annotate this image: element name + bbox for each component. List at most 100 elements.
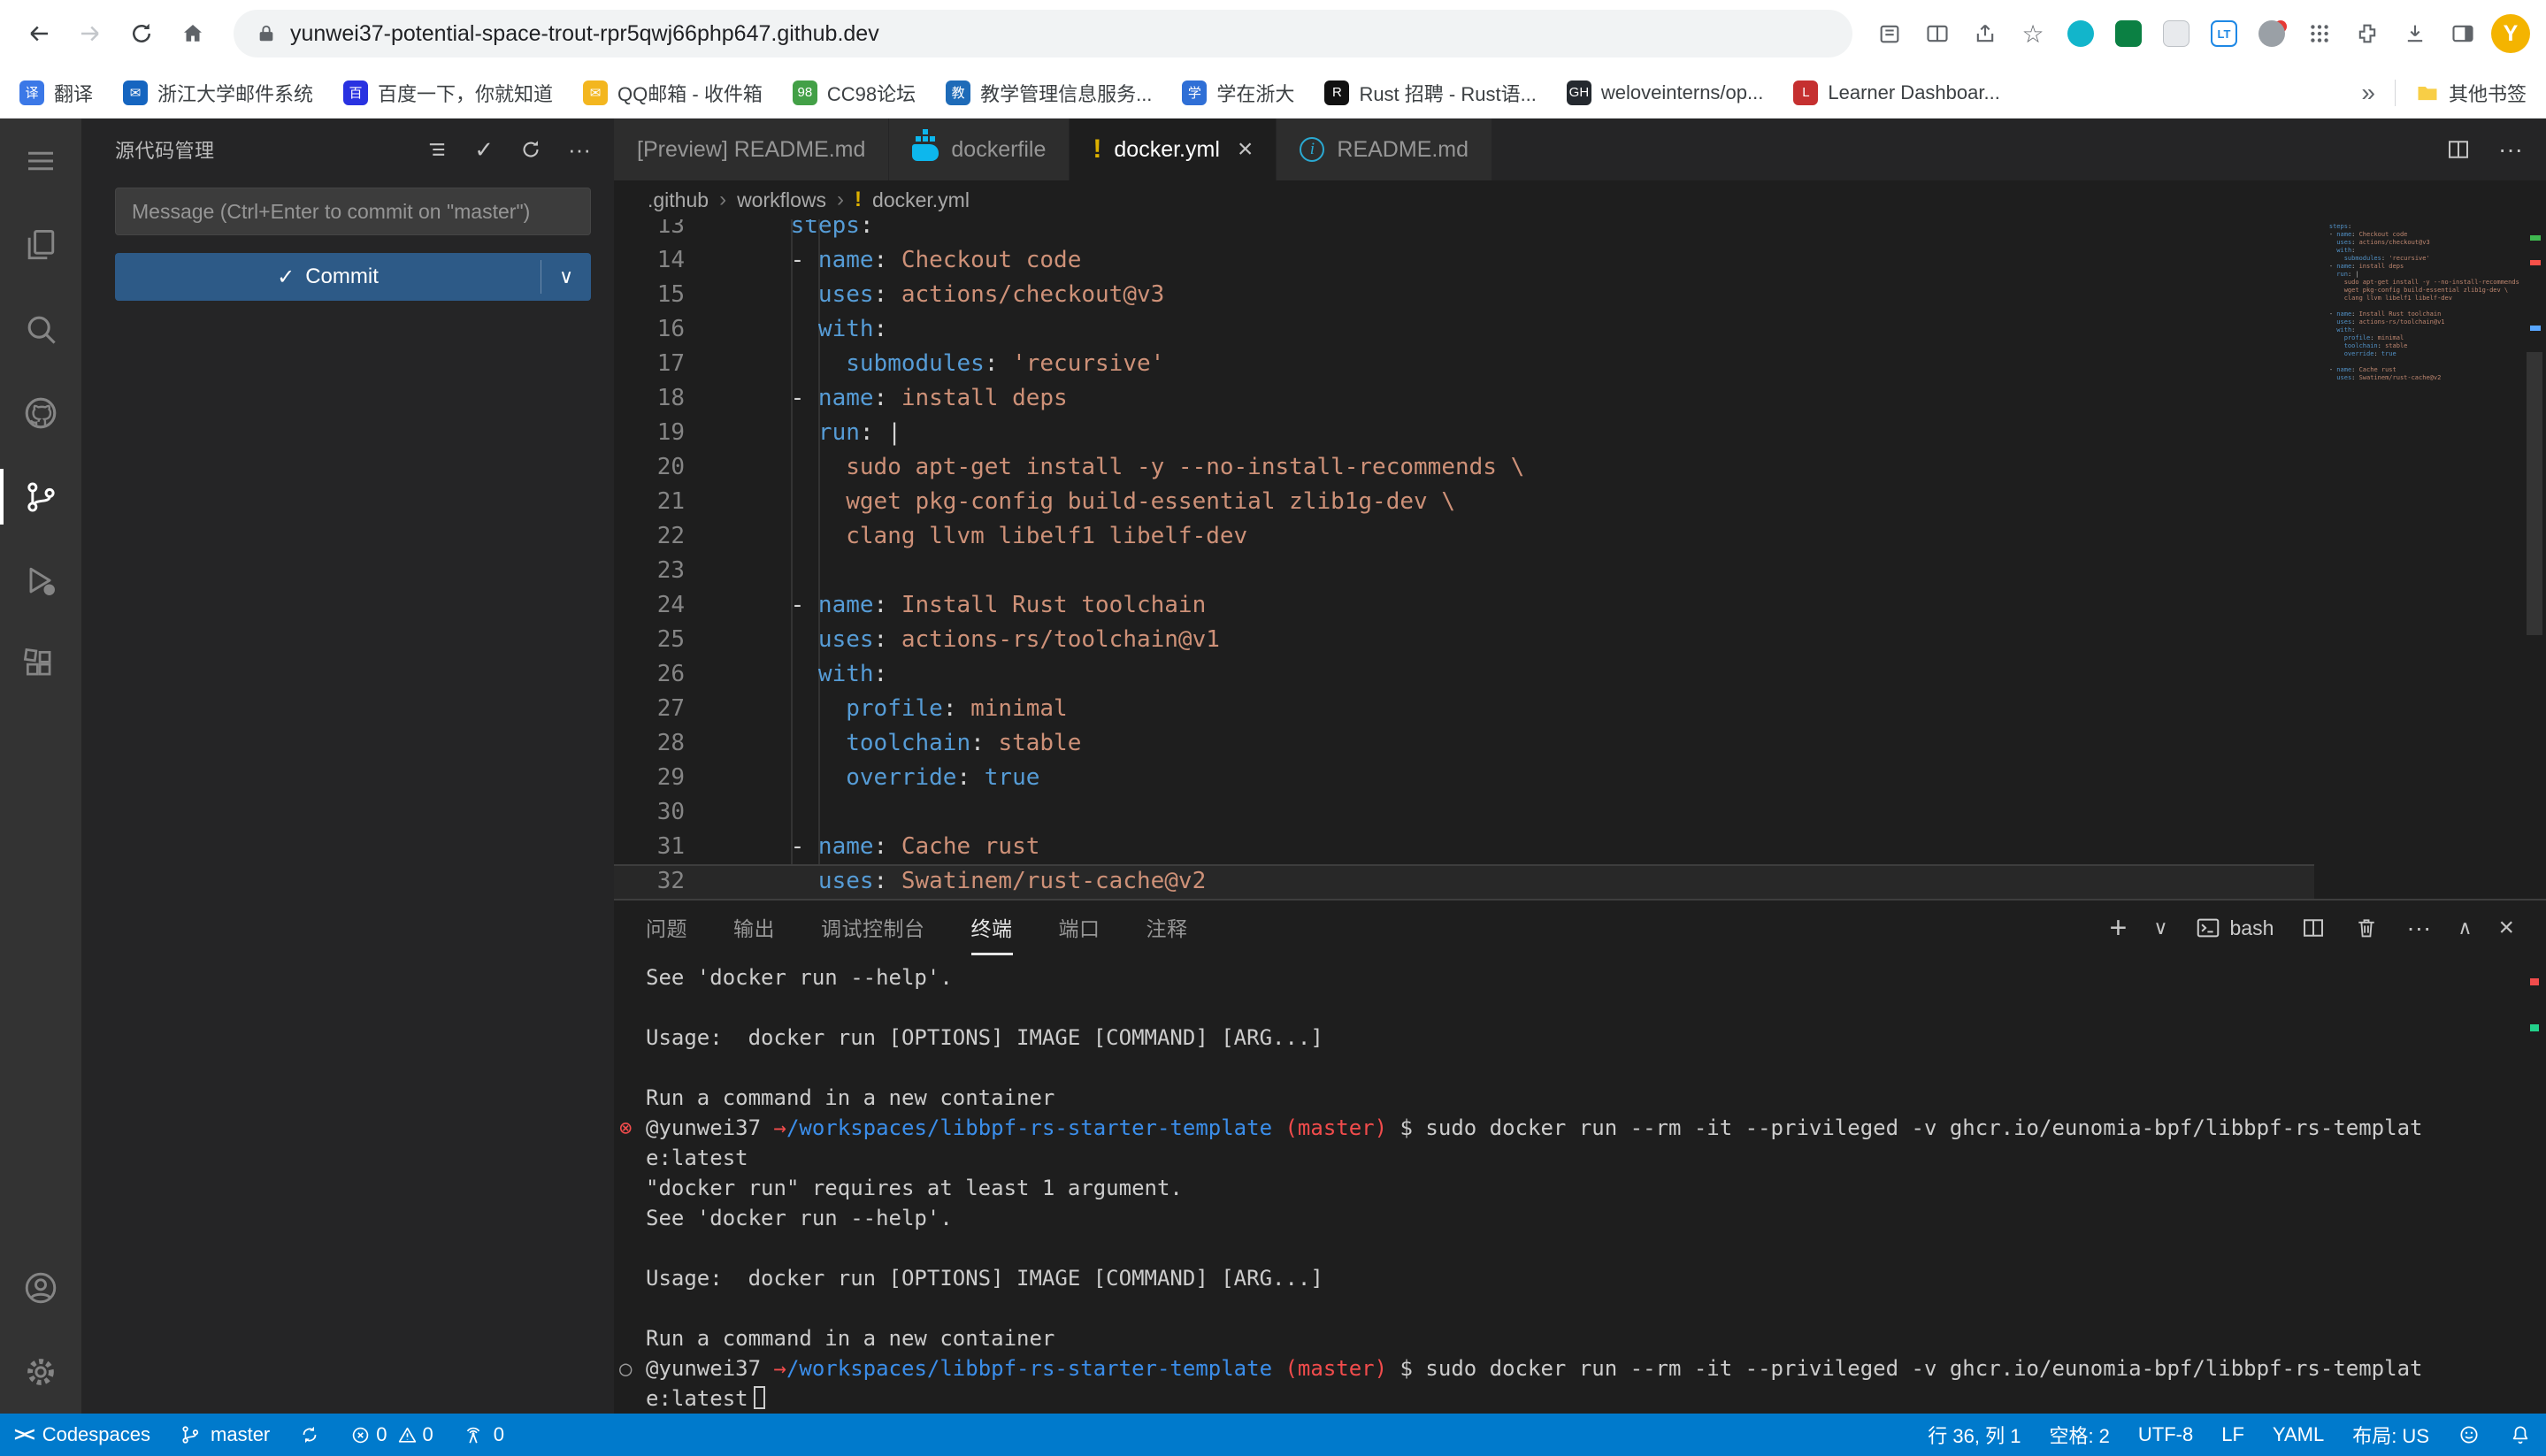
- bookmarks-overflow-chevron[interactable]: »: [2361, 79, 2375, 107]
- apps-grid-icon[interactable]: [2300, 14, 2339, 53]
- bookmark-label: 百度一下，你就知道: [378, 79, 553, 107]
- other-bookmarks-folder[interactable]: 其他书签: [2415, 79, 2527, 107]
- code-editor[interactable]: 13 steps:14 - name: Checkout code15 uses…: [614, 219, 2546, 899]
- bookmark-favicon-icon: ✉: [123, 80, 148, 105]
- bookmark-item[interactable]: RRust 招聘 - Rust语...: [1324, 79, 1536, 107]
- notifications-bell-icon[interactable]: [2495, 1414, 2546, 1456]
- commit-dropdown-chevron[interactable]: ∨: [541, 253, 591, 301]
- eol-indicator[interactable]: LF: [2207, 1414, 2258, 1456]
- address-bar[interactable]: yunwei37-potential-space-trout-rpr5qwj66…: [234, 10, 1852, 57]
- bookmark-item[interactable]: 学学在浙大: [1182, 79, 1294, 107]
- settings-gear-icon[interactable]: [0, 1330, 81, 1414]
- bookmark-label: CC98论坛: [827, 79, 916, 107]
- share-icon[interactable]: [1966, 14, 2005, 53]
- source-control-icon[interactable]: [0, 455, 81, 539]
- back-icon[interactable]: [16, 11, 62, 57]
- editor-tab[interactable]: dockerfile: [889, 119, 1070, 180]
- run-debug-icon[interactable]: [0, 539, 81, 623]
- explorer-icon[interactable]: [0, 203, 81, 287]
- encoding-indicator[interactable]: UTF-8: [2124, 1414, 2207, 1456]
- reload-icon[interactable]: [119, 11, 165, 57]
- split-terminal-icon[interactable]: [2300, 915, 2327, 941]
- extension-shield-icon[interactable]: [2109, 14, 2148, 53]
- bookmark-item[interactable]: GHweloveinterns/op...: [1567, 80, 1763, 105]
- terminal-session-item[interactable]: bash: [2195, 915, 2274, 941]
- split-editor-icon[interactable]: [2445, 136, 2472, 163]
- bookmark-item[interactable]: ✉浙江大学邮件系统: [123, 79, 313, 107]
- panel-tab[interactable]: 注释: [1146, 900, 1188, 955]
- commit-message-input[interactable]: [115, 188, 591, 235]
- close-icon[interactable]: ×: [1238, 134, 1254, 165]
- codespaces-remote-indicator[interactable]: >< Codespaces: [0, 1414, 165, 1456]
- bookmark-item[interactable]: 教教学管理信息服务...: [946, 79, 1152, 107]
- bookmark-item[interactable]: ✉QQ邮箱 - 收件箱: [583, 79, 763, 107]
- commit-check-icon[interactable]: ✓: [474, 136, 494, 164]
- branch-indicator[interactable]: master: [165, 1414, 284, 1456]
- terminal-output[interactable]: See 'docker run --help'. Usage: docker r…: [614, 955, 2546, 1414]
- bookmark-item[interactable]: 98CC98论坛: [793, 79, 916, 107]
- search-icon[interactable]: [0, 287, 81, 371]
- forward-icon[interactable]: [67, 11, 113, 57]
- more-actions-icon[interactable]: ···: [568, 136, 591, 164]
- editor-scrollbar[interactable]: [2523, 219, 2546, 899]
- editor-more-actions-icon[interactable]: ···: [2498, 135, 2523, 164]
- extension-notes-icon[interactable]: [2157, 14, 2196, 53]
- menu-icon[interactable]: [0, 119, 81, 203]
- bookmark-item[interactable]: 百百度一下，你就知道: [343, 79, 553, 107]
- puzzle-extensions-icon[interactable]: [2348, 14, 2387, 53]
- language-mode-indicator[interactable]: YAML: [2258, 1414, 2338, 1456]
- tab-label: [Preview] README.md: [637, 137, 865, 163]
- view-as-tree-icon[interactable]: [425, 137, 449, 162]
- keyboard-layout-indicator[interactable]: 布局: US: [2338, 1414, 2443, 1456]
- close-panel-icon[interactable]: ×: [2498, 915, 2514, 941]
- new-terminal-icon[interactable]: +: [2110, 913, 2128, 943]
- panel-more-actions-icon[interactable]: ···: [2406, 916, 2431, 940]
- panel-tab[interactable]: 终端: [971, 900, 1013, 955]
- panel-tab[interactable]: 输出: [733, 900, 775, 955]
- split-screen-icon[interactable]: [1918, 14, 1957, 53]
- collections-icon[interactable]: [1870, 14, 1909, 53]
- panel-tab[interactable]: 端口: [1059, 900, 1100, 955]
- bookmark-label: weloveinterns/op...: [1601, 81, 1763, 104]
- ports-indicator[interactable]: 0: [448, 1414, 518, 1456]
- cursor-position-indicator[interactable]: 行 36, 列 1: [1913, 1414, 2035, 1456]
- bookmark-item[interactable]: 译翻译: [19, 79, 93, 107]
- commit-button[interactable]: ✓ Commit ∨: [115, 253, 591, 301]
- terminal-line: ○@yunwei37 →/workspaces/libbpf-rs-starte…: [646, 1353, 2528, 1383]
- profile-avatar[interactable]: Y: [2491, 14, 2530, 53]
- code-text: profile: minimal: [735, 692, 1068, 726]
- home-icon[interactable]: [170, 11, 216, 57]
- favorites-star-icon[interactable]: ☆: [2013, 14, 2052, 53]
- extension-lt-icon[interactable]: LT: [2205, 14, 2243, 53]
- extensions-icon[interactable]: [0, 623, 81, 707]
- editor-tab[interactable]: iREADME.md: [1277, 119, 1492, 180]
- github-icon[interactable]: [0, 371, 81, 455]
- editor-tab[interactable]: [Preview] README.md: [614, 119, 889, 180]
- terminal-line: [646, 1053, 2528, 1083]
- code-text: uses: Swatinem/rust-cache@v2: [735, 864, 1206, 899]
- breadcrumb-item[interactable]: .github: [648, 188, 709, 212]
- problems-indicator[interactable]: 0 0: [335, 1414, 448, 1456]
- breadcrumb-item[interactable]: workflows: [737, 188, 826, 212]
- editor-tab[interactable]: !docker.yml×: [1070, 119, 1277, 180]
- feedback-smiley-icon[interactable]: [2443, 1414, 2495, 1456]
- kill-terminal-trash-icon[interactable]: [2353, 915, 2380, 941]
- bookmark-item[interactable]: LLearner Dashboar...: [1793, 80, 1999, 105]
- terminal-dropdown-chevron[interactable]: ∨: [2153, 918, 2167, 938]
- panel-tab[interactable]: 调试控制台: [821, 900, 925, 955]
- extension-teal-icon[interactable]: [2061, 14, 2100, 53]
- sidebar-toggle-icon[interactable]: [2443, 14, 2482, 53]
- minimap[interactable]: steps: - name: Checkout code uses: actio…: [2314, 219, 2523, 899]
- refresh-icon[interactable]: [518, 137, 543, 162]
- scrollbar-thumb[interactable]: [2527, 352, 2542, 635]
- breadcrumb-item[interactable]: docker.yml: [872, 188, 970, 212]
- account-icon[interactable]: [0, 1245, 81, 1330]
- terminal-ruler-mark: [2530, 1024, 2539, 1031]
- bookmark-favicon-icon: 译: [19, 80, 44, 105]
- maximize-panel-chevron[interactable]: ∧: [2458, 918, 2472, 938]
- indentation-indicator[interactable]: 空格: 2: [2035, 1414, 2123, 1456]
- download-icon[interactable]: [2396, 14, 2435, 53]
- panel-tab[interactable]: 问题: [646, 900, 687, 955]
- extension-cloud-icon[interactable]: [2252, 14, 2291, 53]
- sync-changes-button[interactable]: [284, 1414, 335, 1456]
